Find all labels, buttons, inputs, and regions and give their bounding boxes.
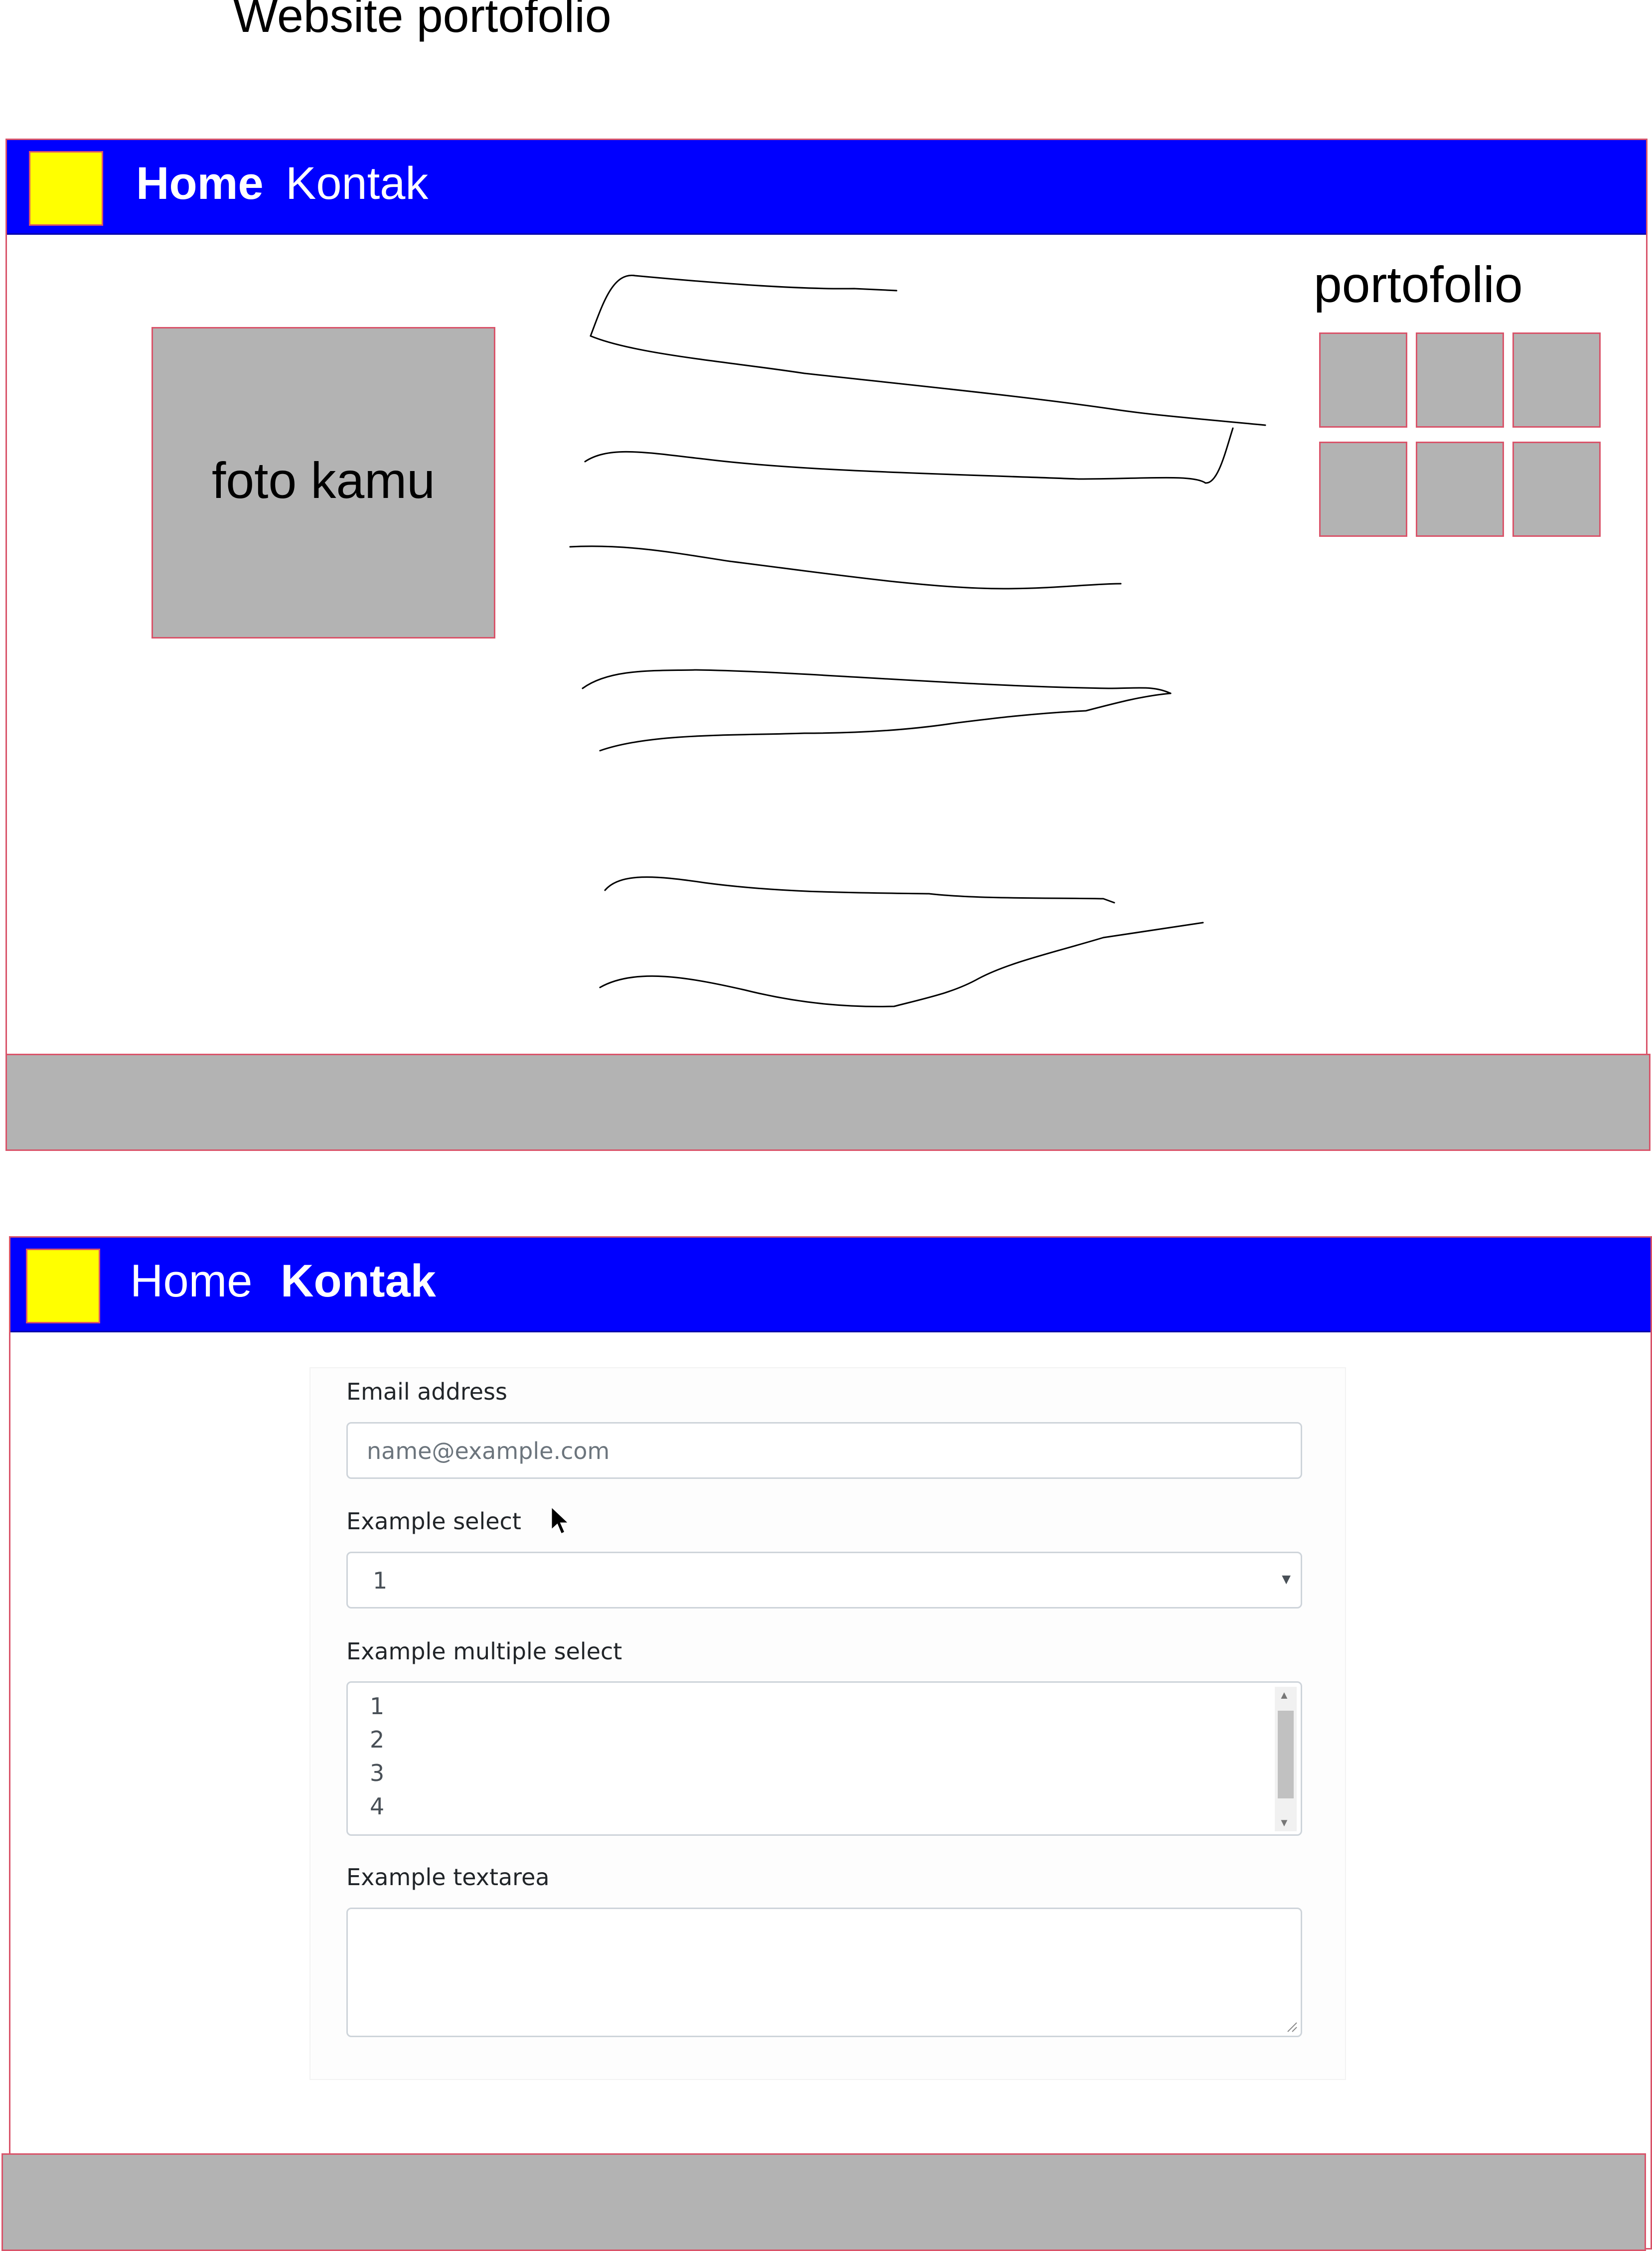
square-logo-icon[interactable] xyxy=(26,1249,100,1323)
contact-page-mockup: Home Kontak Email address name@example.c… xyxy=(1,1236,1652,2251)
nav-kontak-link[interactable]: Kontak xyxy=(281,1255,436,1308)
home-page-mockup: Home Kontak foto kamu portofolio xyxy=(5,139,1651,1151)
nav-home-link[interactable]: Home xyxy=(136,158,264,210)
page-title: Website portofolio xyxy=(233,0,611,42)
multi-select-option[interactable]: 4 xyxy=(370,1793,384,1820)
portfolio-thumbnail[interactable] xyxy=(1512,332,1601,428)
portfolio-thumbnail[interactable] xyxy=(1319,332,1407,428)
profile-photo-placeholder: foto kamu xyxy=(151,327,495,639)
portfolio-thumbnail[interactable] xyxy=(1416,332,1504,428)
example-select[interactable]: 1 ▼ xyxy=(346,1552,1302,1608)
email-placeholder: name@example.com xyxy=(367,1438,610,1464)
nav-home-link[interactable]: Home xyxy=(130,1255,252,1308)
photo-label: foto kamu xyxy=(212,452,435,509)
select-label: Example select xyxy=(346,1508,521,1535)
email-label: Email address xyxy=(346,1378,507,1405)
multi-select-option[interactable]: 1 xyxy=(370,1693,384,1720)
navbar: Home Kontak xyxy=(10,1238,1651,1332)
scroll-down-icon[interactable]: ▼ xyxy=(1279,1817,1290,1828)
example-textarea[interactable] xyxy=(346,1908,1302,2037)
example-multiple-select[interactable]: 1 2 3 4 ▲ ▼ xyxy=(346,1681,1302,1836)
footer-bar xyxy=(5,1054,1651,1151)
resize-grip-icon[interactable] xyxy=(1285,2020,1298,2033)
navbar: Home Kontak xyxy=(7,140,1646,235)
email-field[interactable]: name@example.com xyxy=(346,1422,1302,1479)
multi-select-option[interactable]: 3 xyxy=(370,1760,384,1787)
mouse-cursor-icon xyxy=(550,1505,570,1536)
portfolio-thumbnail[interactable] xyxy=(1319,442,1407,537)
textarea-label: Example textarea xyxy=(346,1864,550,1891)
footer-bar xyxy=(1,2153,1646,2251)
select-value: 1 xyxy=(373,1567,388,1594)
chevron-down-icon: ▼ xyxy=(1279,1571,1294,1588)
scrollbar[interactable]: ▲ ▼ xyxy=(1275,1687,1297,1831)
nav-kontak-link[interactable]: Kontak xyxy=(286,158,428,210)
portfolio-heading: portofolio xyxy=(1314,256,1523,313)
portfolio-thumbnail[interactable] xyxy=(1416,442,1504,537)
multi-select-option[interactable]: 2 xyxy=(370,1726,384,1754)
multi-select-label: Example multiple select xyxy=(346,1638,622,1665)
square-logo-icon[interactable] xyxy=(29,151,103,226)
scroll-thumb[interactable] xyxy=(1278,1711,1294,1798)
contact-form: Email address name@example.com Example s… xyxy=(309,1367,1346,2080)
scroll-up-icon[interactable]: ▲ xyxy=(1279,1690,1290,1701)
portfolio-thumbnail[interactable] xyxy=(1512,442,1601,537)
